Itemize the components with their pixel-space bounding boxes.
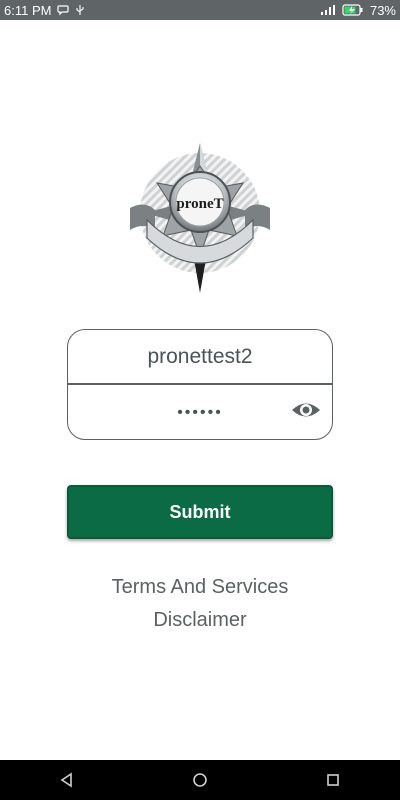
- submit-button[interactable]: Submit: [67, 485, 333, 539]
- status-bar: 6:11 PM 73%: [0, 0, 400, 20]
- navigation-bar: [0, 760, 400, 800]
- eye-icon[interactable]: [290, 399, 322, 421]
- usb-icon: [75, 4, 85, 16]
- signal-icon: [320, 4, 336, 16]
- message-icon: [57, 4, 70, 16]
- status-left: 6:11 PM: [4, 3, 85, 18]
- app-logo: proneT: [125, 138, 275, 298]
- battery-charging-icon: [342, 4, 364, 16]
- status-time: 6:11 PM: [4, 2, 52, 18]
- status-right: 73%: [320, 3, 396, 18]
- back-icon[interactable]: [47, 760, 87, 800]
- battery-percent: 73%: [369, 2, 396, 18]
- disclaimer-link[interactable]: Disclaimer: [0, 609, 400, 632]
- username-field[interactable]: pronettest2: [68, 330, 332, 385]
- home-icon[interactable]: [180, 760, 220, 800]
- login-card: pronettest2 ••••••: [67, 329, 333, 440]
- terms-and-services-link[interactable]: Terms And Services: [0, 576, 400, 599]
- logo-text: proneT: [176, 196, 223, 212]
- recents-icon[interactable]: [313, 760, 353, 800]
